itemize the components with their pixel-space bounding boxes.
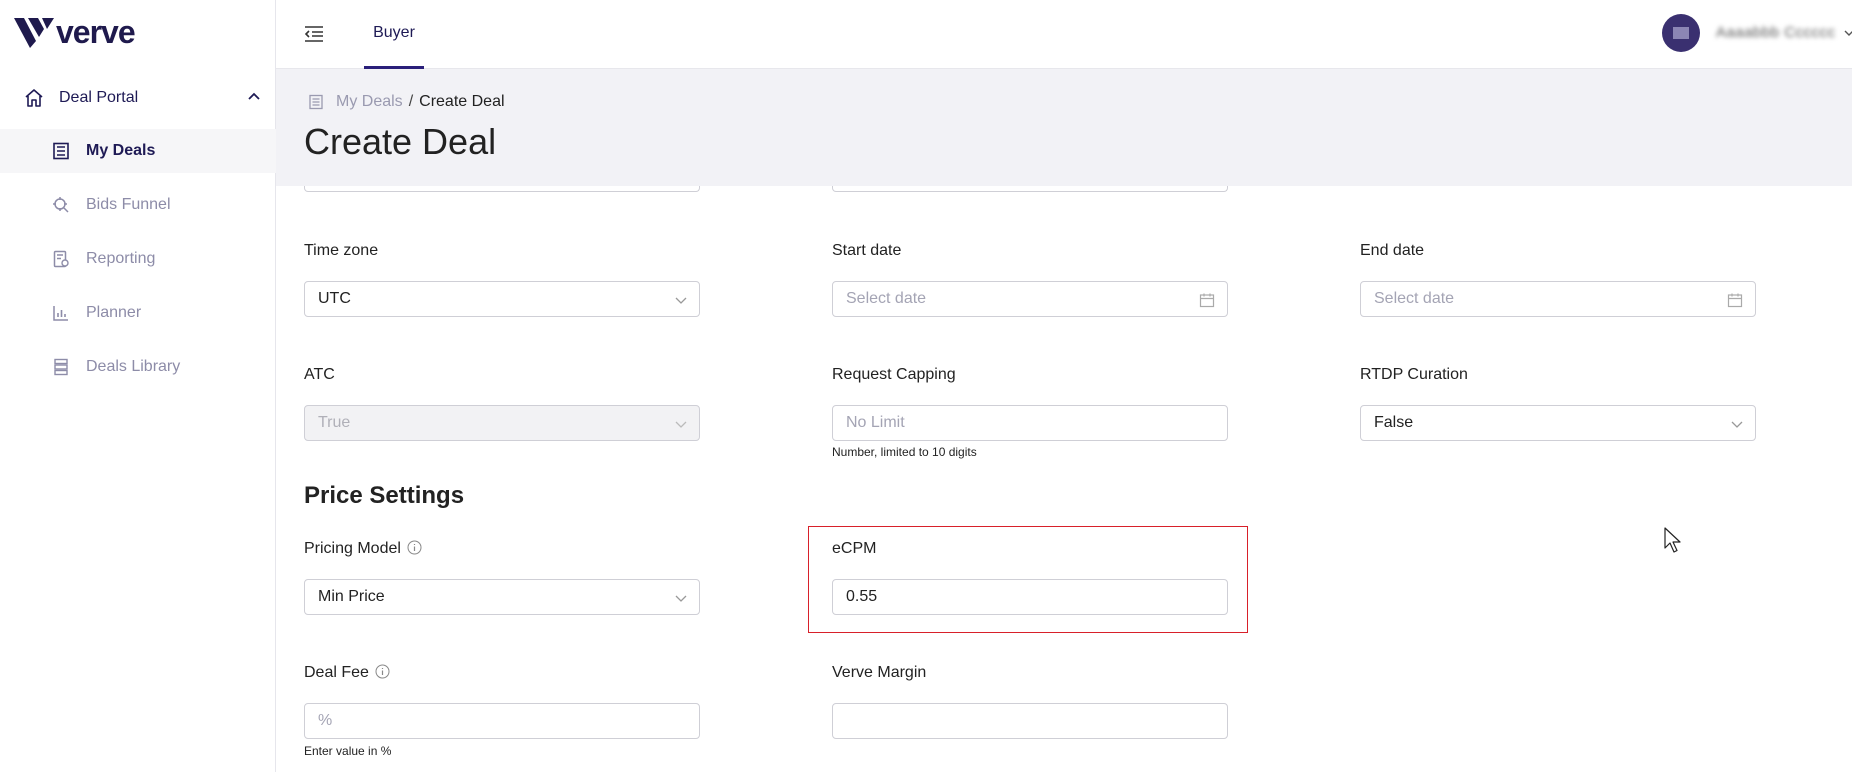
- start-date-placeholder: Select date: [846, 290, 927, 307]
- deal-fee-hint: Enter value in %: [304, 744, 392, 758]
- deal-fee-label: Deal Fee: [304, 664, 390, 682]
- price-settings-title: Price Settings: [304, 482, 465, 509]
- pricing-model-label-text: Pricing Model: [304, 540, 401, 557]
- logo-text: verve: [56, 13, 136, 50]
- sidebar: verve Deal Portal My Deals Bids Funnel R…: [0, 0, 276, 772]
- end-date-picker[interactable]: Select date: [1360, 281, 1756, 317]
- pricing-model-value: Min Price: [318, 588, 385, 605]
- rtdp-curation-value: False: [1374, 414, 1414, 431]
- time-zone-value: UTC: [318, 290, 351, 307]
- time-zone-select[interactable]: UTC: [304, 281, 700, 317]
- verve-margin-label: Verve Margin: [832, 664, 927, 681]
- ecpm-value: 0.55: [846, 588, 878, 605]
- breadcrumb-separator: /: [408, 93, 414, 110]
- deal-portal-toggle[interactable]: Deal Portal: [0, 78, 276, 118]
- verve-logo[interactable]: verve: [14, 13, 136, 50]
- start-date-label: Start date: [832, 242, 902, 259]
- atc-label: ATC: [304, 366, 335, 383]
- atc-value: True: [318, 414, 351, 431]
- library-icon: [54, 358, 68, 376]
- page-header: My Deals / Create Deal Create Deal: [276, 69, 1852, 186]
- chevron-down-icon: [675, 421, 687, 428]
- deals-icon: [53, 142, 69, 160]
- request-capping-label: Request Capping: [832, 366, 956, 383]
- deal-fee-placeholder: %: [318, 712, 333, 729]
- user-name[interactable]: Aaaabbb Cccccc: [1716, 24, 1836, 41]
- pricing-model-select[interactable]: Min Price: [304, 579, 700, 615]
- verve-logo-icon: [14, 18, 54, 48]
- verve-margin-input[interactable]: [832, 703, 1228, 739]
- funnel-icon: [53, 197, 69, 213]
- home-icon: [25, 89, 43, 107]
- deal-fee-input[interactable]: %: [304, 703, 700, 739]
- deal-fee-label-text: Deal Fee: [304, 664, 369, 681]
- sidebar-item-bids-funnel[interactable]: Bids Funnel: [0, 183, 276, 227]
- sidebar-item-my-deals[interactable]: My Deals: [0, 129, 276, 173]
- sidebar-item-planner[interactable]: Planner: [0, 291, 276, 335]
- sidebar-item-deals-library[interactable]: Deals Library: [0, 345, 276, 389]
- deal-portal-label: Deal Portal: [59, 89, 139, 106]
- request-capping-placeholder: No Limit: [846, 414, 905, 431]
- pricing-model-label: Pricing Model: [304, 540, 422, 558]
- chevron-up-icon: [248, 92, 260, 100]
- mouse-cursor-icon: [1664, 527, 1681, 553]
- create-deal-form: Time zone UTC Start date Select date End…: [276, 176, 1852, 772]
- tab-buyer[interactable]: Buyer: [364, 0, 424, 69]
- sidebar-item-label: Deals Library: [86, 358, 181, 375]
- planner-icon: [53, 306, 68, 321]
- info-icon[interactable]: [407, 540, 422, 555]
- deals-icon: [309, 94, 323, 110]
- avatar[interactable]: [1662, 14, 1700, 52]
- breadcrumb-current: Create Deal: [419, 93, 505, 110]
- page-title: Create Deal: [304, 121, 497, 162]
- rtdp-curation-select[interactable]: False: [1360, 405, 1756, 441]
- start-date-picker[interactable]: Select date: [832, 281, 1228, 317]
- request-capping-hint: Number, limited to 10 digits: [832, 445, 977, 459]
- breadcrumb-my-deals[interactable]: My Deals: [336, 93, 403, 111]
- calendar-icon: [1727, 293, 1743, 308]
- time-zone-label: Time zone: [304, 242, 379, 259]
- calendar-icon: [1199, 293, 1215, 308]
- breadcrumb: My Deals / Create Deal: [308, 93, 505, 111]
- ecpm-label: eCPM: [832, 540, 877, 557]
- topbar: Buyer Aaaabbb Cccccc: [276, 0, 1852, 69]
- avatar-image: [1673, 27, 1689, 39]
- sidebar-item-label: Planner: [86, 304, 142, 321]
- info-icon[interactable]: [375, 664, 390, 679]
- atc-select: True: [304, 405, 700, 441]
- sidebar-item-reporting[interactable]: Reporting: [0, 237, 276, 281]
- request-capping-input[interactable]: No Limit: [832, 405, 1228, 441]
- chevron-down-icon: [675, 595, 687, 602]
- end-date-placeholder: Select date: [1374, 290, 1455, 307]
- sidebar-item-label: Reporting: [86, 250, 156, 267]
- reporting-icon: [53, 250, 69, 268]
- chevron-down-icon: [675, 297, 687, 304]
- sidebar-item-label: My Deals: [86, 142, 156, 159]
- chevron-down-icon[interactable]: [1844, 28, 1852, 38]
- ecpm-input[interactable]: 0.55: [832, 579, 1228, 615]
- end-date-label: End date: [1360, 242, 1425, 259]
- sidebar-item-label: Bids Funnel: [86, 196, 171, 213]
- chevron-down-icon: [1731, 421, 1743, 428]
- rtdp-curation-label: RTDP Curation: [1360, 366, 1468, 383]
- collapse-menu-icon[interactable]: [303, 24, 325, 44]
